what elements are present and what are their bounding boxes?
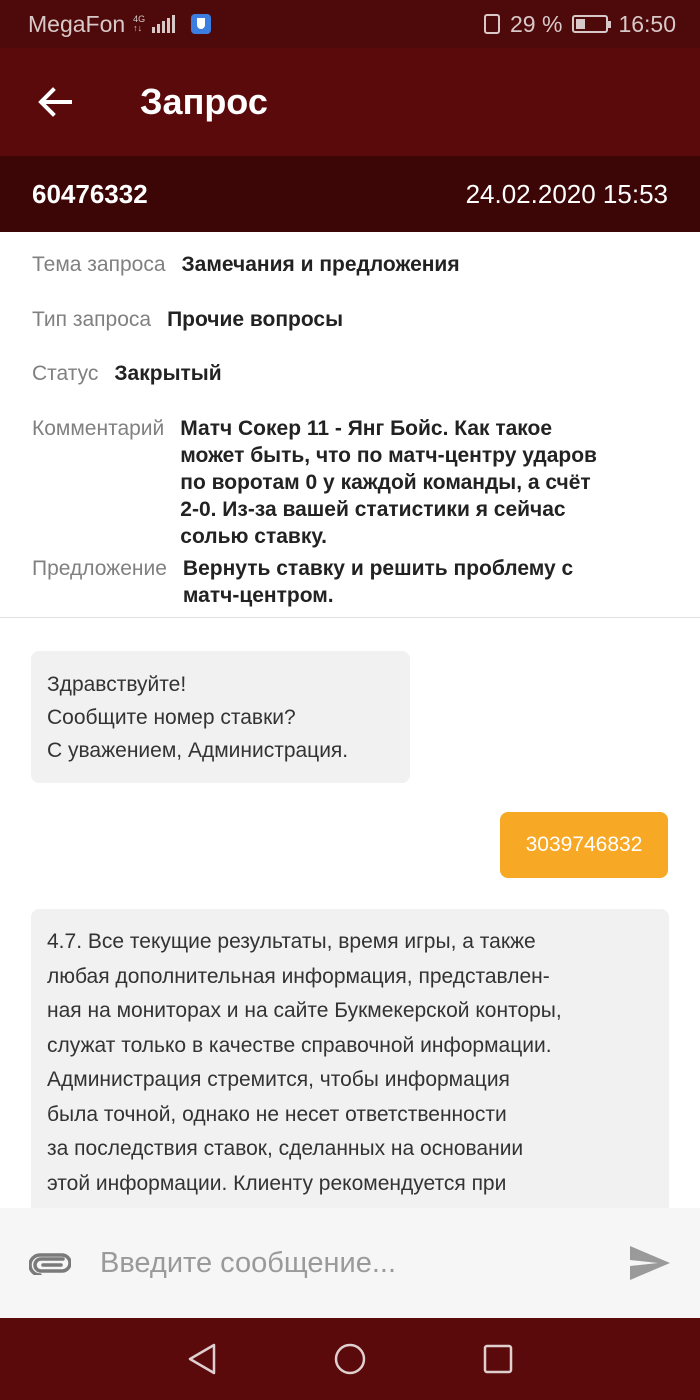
request-id: 60476332 (32, 178, 148, 209)
attach-button[interactable] (0, 1208, 100, 1318)
message-line: за последствия ставок, сделанных на осно… (47, 1137, 524, 1160)
comment-line: может быть, что по матч-центру ударов (180, 444, 597, 467)
square-recents-icon (483, 1344, 513, 1374)
comment-label: Комментарий (32, 417, 165, 440)
message-line: была точной, однако не несет ответственн… (47, 1102, 507, 1126)
message-line: Администрация стремится, чтобы информаци… (47, 1068, 510, 1091)
type-value: Прочие вопросы (167, 308, 344, 331)
arrow-left-icon (38, 87, 72, 117)
battery-fill (576, 19, 585, 29)
comment-line: солью ставку. (180, 525, 327, 548)
message-composer (0, 1208, 700, 1318)
vibrate-icon (484, 14, 500, 34)
status-right: 29 % 16:50 (484, 11, 676, 38)
battery-icon (572, 15, 612, 33)
page-title: Запрос (140, 81, 268, 122)
comment-line: Матч Сокер 11 - Янг Бойс. Как такое (180, 417, 553, 440)
comment-row: Комментарий Матч Сокер 11 - Янг Бойс. Ка… (32, 415, 676, 550)
proposal-line: матч-центром. (182, 584, 334, 607)
status-value: Закрытый (114, 362, 222, 385)
status-bar: MegaFon 4G ↑↓ 29 % 16:50 (0, 0, 700, 48)
proposal-row: Предложение Вернуть ставку и решить проб… (32, 555, 676, 609)
message-outgoing: 3039746832 (500, 812, 668, 878)
message-line: этой информации. Клиенту рекомендуется п… (47, 1171, 507, 1195)
network-type: 4G ↑↓ (133, 14, 146, 33)
message-line: любая дополнительная информация, предста… (47, 964, 550, 988)
request-header: 60476332 24.02.2020 15:53 (0, 156, 700, 232)
proposal-value: Вернуть ставку и решить проблему с матч-… (183, 555, 573, 609)
battery-percent: 29 % (510, 10, 563, 37)
chat-thread[interactable]: Здравствуйте! Сообщите номер ставки? С у… (0, 619, 700, 1209)
status-row: Статус Закрытый (32, 360, 676, 387)
type-row: Тип запроса Прочие вопросы (32, 306, 676, 333)
message-line: служат только в качестве справочной инфо… (47, 1033, 552, 1057)
nav-recents-button[interactable] (474, 1335, 522, 1383)
comment-value: Матч Сокер 11 - Янг Бойс. Как такое може… (180, 415, 597, 550)
message-line: 4.7. Все текущие результаты, время игры,… (47, 930, 536, 953)
shield-icon (191, 14, 212, 34)
message-line: ная на мониторах и на сайте Букмекерской… (47, 999, 562, 1022)
signal-icon (152, 15, 176, 33)
app-bar: Запрос (0, 48, 700, 156)
send-button[interactable] (600, 1208, 700, 1318)
send-icon (630, 1246, 670, 1280)
request-details: Тема запроса Замечания и предложения Тип… (0, 232, 700, 618)
comment-line: по воротам 0 у каждой команды, а счёт (180, 471, 591, 494)
triangle-back-icon (188, 1343, 216, 1375)
topic-label: Тема запроса (32, 253, 166, 276)
proposal-label: Предложение (32, 557, 167, 580)
back-button[interactable] (0, 48, 110, 156)
proposal-line: Вернуть ставку и решить проблему с (182, 557, 574, 580)
message-text: 3039746832 (525, 833, 643, 856)
status-label: Статус (32, 362, 99, 385)
message-input[interactable] (100, 1233, 600, 1293)
nav-home-button[interactable] (326, 1335, 374, 1383)
clock: 16:50 (618, 10, 676, 37)
circle-home-icon (334, 1343, 366, 1375)
type-label: Тип запроса (32, 308, 152, 331)
carrier-info: MegaFon 4G ↑↓ (28, 10, 212, 38)
message-line: Сообщите номер ставки? (47, 706, 296, 729)
request-datetime: 24.02.2020 15:53 (465, 178, 668, 209)
message-incoming: 4.7. Все текущие результаты, время игры,… (31, 909, 669, 1209)
system-nav-bar (0, 1318, 700, 1400)
nav-back-button[interactable] (178, 1335, 226, 1383)
message-line: Здравствуйте! (47, 673, 187, 696)
paperclip-icon (29, 1253, 71, 1275)
comment-line: 2-0. Из-за вашей статистики я сейчас (180, 498, 566, 521)
carrier-name: MegaFon (28, 10, 126, 37)
message-line: С уважением, Администрация. (47, 739, 349, 762)
topic-row: Тема запроса Замечания и предложения (32, 251, 676, 278)
message-incoming: Здравствуйте! Сообщите номер ставки? С у… (31, 651, 410, 783)
topic-value: Замечания и предложения (181, 253, 460, 276)
